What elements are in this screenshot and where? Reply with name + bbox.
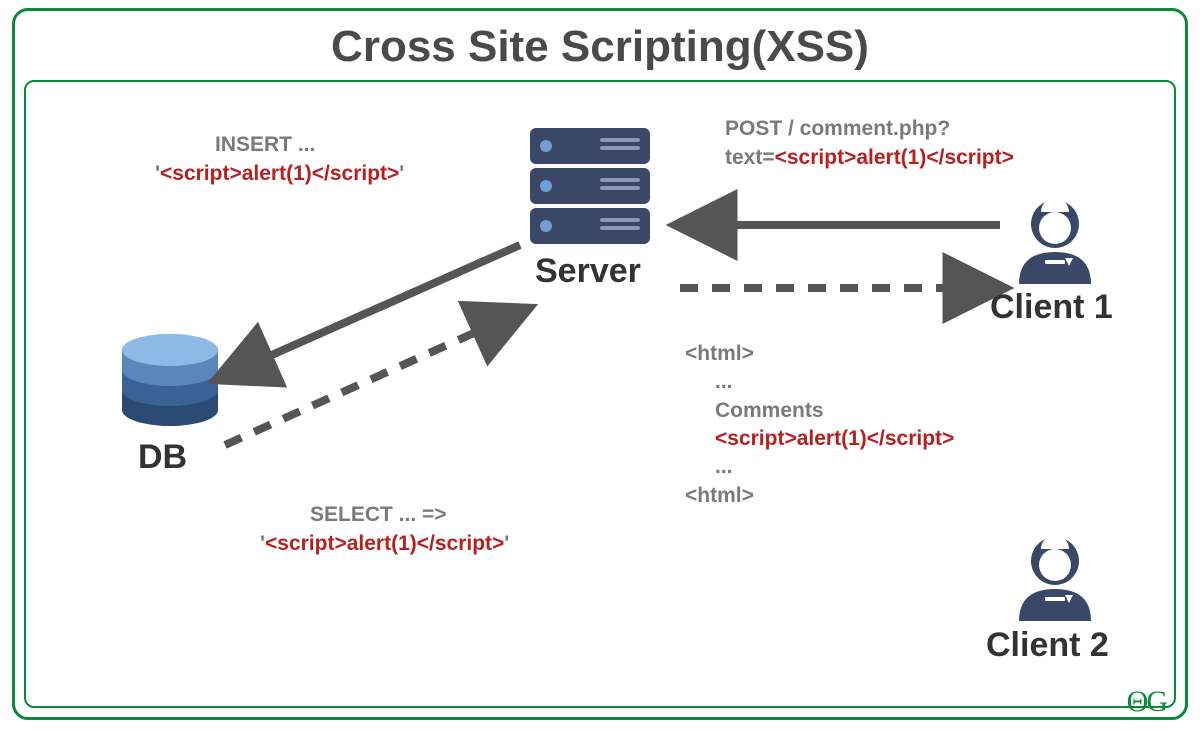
client2-label: Client 2 [986, 626, 1109, 665]
db-label: DB [138, 438, 187, 477]
select-q2: ' [504, 532, 509, 555]
select-line1: SELECT ... => [260, 503, 447, 526]
html-comments: Comments [685, 399, 824, 422]
post-line1: POST / comment.php? [725, 117, 950, 140]
html-payload: <script>alert(1)</script> [685, 427, 954, 450]
client1-icon [1019, 198, 1091, 284]
post-payload: <script>alert(1)</script> [775, 146, 1014, 169]
database-icon [122, 334, 218, 426]
html-output-annotation: <html> ... Comments <script>alert(1)</sc… [685, 340, 954, 510]
server-label: Server [535, 252, 641, 291]
insert-line1: INSERT ... [155, 133, 315, 156]
client2-icon [1019, 535, 1091, 621]
html-close: <html> [685, 484, 754, 507]
post-prefix: text= [725, 146, 775, 169]
html-dots1: ... [685, 370, 733, 393]
html-open: <html> [685, 342, 754, 365]
client1-label: Client 1 [990, 288, 1113, 327]
insert-q2: ' [399, 162, 404, 185]
post-annotation: POST / comment.php? text=<script>alert(1… [725, 114, 1014, 173]
insert-annotation: INSERT ... '<script>alert(1)</script>' [155, 130, 404, 189]
gfg-logo: ΘG [1127, 685, 1166, 719]
arrow-server-to-db [220, 245, 520, 378]
html-dots2: ... [685, 455, 733, 478]
select-payload: <script>alert(1)</script> [265, 532, 504, 555]
arrow-db-to-server [225, 310, 525, 445]
select-annotation: SELECT ... => '<script>alert(1)</script>… [260, 500, 509, 559]
server-icon [530, 128, 650, 244]
insert-payload: <script>alert(1)</script> [160, 162, 399, 185]
